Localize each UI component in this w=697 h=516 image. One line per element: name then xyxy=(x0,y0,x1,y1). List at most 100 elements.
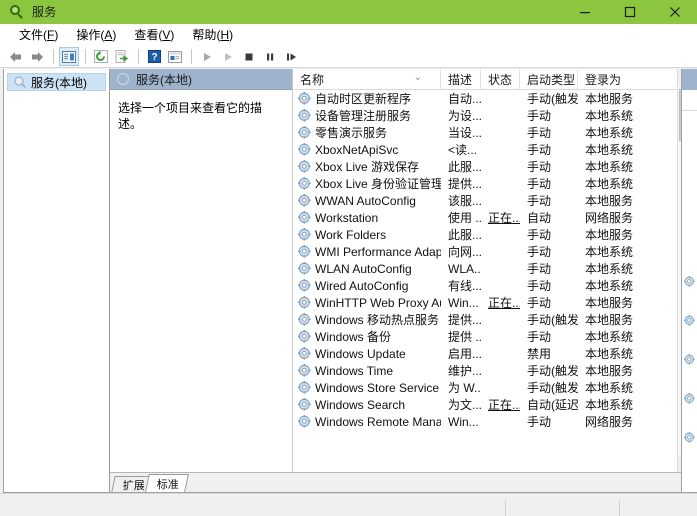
menu-help[interactable]: 帮助(H) xyxy=(183,24,242,45)
cell-service-name: Windows Search xyxy=(293,398,441,412)
table-row[interactable]: Windows Search 为文... 正在... 自动(延迟... 本地系统 xyxy=(293,396,677,413)
column-header-description[interactable]: 描述 xyxy=(441,69,481,89)
cell-description: 此服... xyxy=(448,228,481,242)
service-gear-icon xyxy=(298,228,311,241)
minimize-button[interactable] xyxy=(562,0,607,24)
table-row[interactable]: 自动时区更新程序 自动... 手动(触发... 本地服务 xyxy=(293,90,677,107)
service-name-text: WWAN AutoConfig xyxy=(315,193,416,208)
refresh-icon[interactable] xyxy=(91,47,111,66)
pause-icon[interactable] xyxy=(260,47,280,66)
tab-standard[interactable]: 标准 xyxy=(145,474,189,492)
table-row[interactable]: 设备管理注册服务 为设... 手动 本地系统 xyxy=(293,107,677,124)
cell-description: 启用... xyxy=(448,347,481,361)
title-bar[interactable]: 服务 xyxy=(0,0,697,24)
cell-startup-type: 手动 xyxy=(527,279,552,293)
table-row[interactable]: WMI Performance Adapt... 向网... 手动 本地系统 xyxy=(293,243,677,260)
forward-button[interactable] xyxy=(27,47,47,66)
cell-startup-type: 禁用 xyxy=(527,347,552,361)
service-gear-icon xyxy=(298,262,311,275)
column-header-startup-type[interactable]: 启动类型 xyxy=(520,69,578,89)
table-row[interactable]: Windows Remote Manag... Win... 手动 网络服务 xyxy=(293,413,677,430)
table-row[interactable]: Workstation 使用 ... 正在... 自动 网络服务 xyxy=(293,209,677,226)
back-button[interactable] xyxy=(6,47,26,66)
play-icon[interactable] xyxy=(197,47,217,66)
status-separator xyxy=(505,500,506,516)
cell-description: 提供... xyxy=(448,177,481,191)
results-pane-header: 服务(本地) xyxy=(110,69,292,90)
service-gear-icon xyxy=(298,415,311,428)
service-name-text: Windows Time xyxy=(315,363,394,378)
service-gear-icon xyxy=(684,352,695,365)
table-row[interactable]: Windows Update 启用... 禁用 本地系统 xyxy=(293,345,677,362)
service-gear-icon xyxy=(298,160,311,173)
service-gear-icon xyxy=(298,296,311,309)
table-row[interactable]: Xbox Live 游戏保存 此服... 手动 本地系统 xyxy=(293,158,677,175)
cell-service-name: Workstation xyxy=(293,211,441,225)
restart-icon[interactable] xyxy=(281,47,301,66)
stop-icon[interactable] xyxy=(239,47,259,66)
table-row[interactable]: Work Folders 此服... 手动 本地服务 xyxy=(293,226,677,243)
menu-action[interactable]: 操作(A) xyxy=(67,24,125,45)
service-name-text: Wired AutoConfig xyxy=(315,278,409,293)
cell-startup-type: 手动 xyxy=(527,194,552,208)
cell-startup-type: 手动(触发... xyxy=(527,313,578,327)
table-row[interactable]: Windows 备份 提供 ... 手动 本地系统 xyxy=(293,328,677,345)
cell-description: 当设... xyxy=(448,126,481,140)
sidebar-item-services-local[interactable]: 服务(本地) xyxy=(7,73,106,91)
console-tree-icon[interactable] xyxy=(59,47,79,66)
cell-startup-type: 手动 xyxy=(527,245,552,259)
cell-log-on-as: 本地系统 xyxy=(585,143,634,157)
cell-service-name: WWAN AutoConfig xyxy=(293,194,441,208)
service-gear-icon xyxy=(684,313,695,326)
table-row[interactable]: Windows Store Service (... 为 W... 手动(触发...… xyxy=(293,379,677,396)
column-header-status[interactable]: 状态 xyxy=(481,69,520,89)
cell-description: 向网... xyxy=(448,245,481,259)
table-row[interactable]: 零售演示服务 当设... 手动 本地系统 xyxy=(293,124,677,141)
service-gear-icon xyxy=(298,211,311,224)
table-row[interactable]: Windows 移动热点服务提供... 手动(触发... 本地服务 xyxy=(293,311,677,328)
window-title: 服务 xyxy=(32,5,57,19)
service-name-text: 零售演示服务 xyxy=(315,126,388,140)
maximize-button[interactable] xyxy=(607,0,652,24)
services-rows[interactable]: 自动时区更新程序自动...手动(触发...本地服务设备管理注册服务为设...手动… xyxy=(293,90,677,472)
cell-startup-type: 手动 xyxy=(527,177,552,191)
table-row[interactable]: Windows Time 维护... 手动(触发... 本地服务 xyxy=(293,362,677,379)
service-gear-icon xyxy=(298,398,311,411)
services-node-icon xyxy=(13,75,27,89)
menu-view[interactable]: 查看(V) xyxy=(125,24,183,45)
cell-description: 为文... xyxy=(448,398,481,412)
service-gear-icon xyxy=(684,430,695,443)
cell-log-on-as: 本地系统 xyxy=(585,330,634,344)
play-gray-icon[interactable] xyxy=(218,47,238,66)
description-text: 选择一个项目来查看它的描述。 xyxy=(118,101,263,131)
properties-icon[interactable] xyxy=(165,47,185,66)
table-row[interactable]: Xbox Live 身份验证管理器提供... 手动 本地系统 xyxy=(293,175,677,192)
sliver-header xyxy=(682,69,697,90)
export-icon[interactable] xyxy=(112,47,132,66)
cell-log-on-as: 网络服务 xyxy=(585,415,634,429)
cell-service-name: XboxNetApiSvc xyxy=(293,143,441,157)
table-row[interactable]: Wired AutoConfig 有线... 手动 本地系统 xyxy=(293,277,677,294)
sidebar-item-label: 服务(本地) xyxy=(31,75,87,90)
cell-service-name: Windows Time xyxy=(293,364,441,378)
table-row[interactable]: XboxNetApiSvc <读... 手动 本地系统 xyxy=(293,141,677,158)
sort-chevron-icon: ⌄ xyxy=(413,72,422,83)
service-gear-icon xyxy=(298,245,311,258)
service-gear-icon xyxy=(298,194,311,207)
column-header-name[interactable]: 名称 ⌄ xyxy=(293,69,441,89)
help-icon[interactable]: ? xyxy=(144,47,164,66)
cell-description: 自动... xyxy=(448,92,481,106)
service-gear-icon xyxy=(298,92,311,105)
cell-service-name: Windows Update xyxy=(293,347,441,361)
toolbar-separator xyxy=(53,49,54,64)
close-button[interactable] xyxy=(652,0,697,24)
console-tree-pane[interactable]: 服务(本地) xyxy=(4,69,110,492)
cell-description: WLA... xyxy=(448,261,481,276)
cell-startup-type: 手动(触发... xyxy=(527,381,578,395)
table-row[interactable]: WinHTTP Web Proxy Aut... Win... 正在... 手动 本地服… xyxy=(293,294,677,311)
column-header-log-on-as[interactable]: 登录为 xyxy=(578,69,638,89)
table-row[interactable]: WWAN AutoConfig 该服... 手动 本地服务 xyxy=(293,192,677,209)
cell-log-on-as: 本地系统 xyxy=(585,177,634,191)
table-row[interactable]: WLAN AutoConfig WLA... 手动 本地系统 xyxy=(293,260,677,277)
menu-file[interactable]: 文件(F) xyxy=(10,24,67,45)
